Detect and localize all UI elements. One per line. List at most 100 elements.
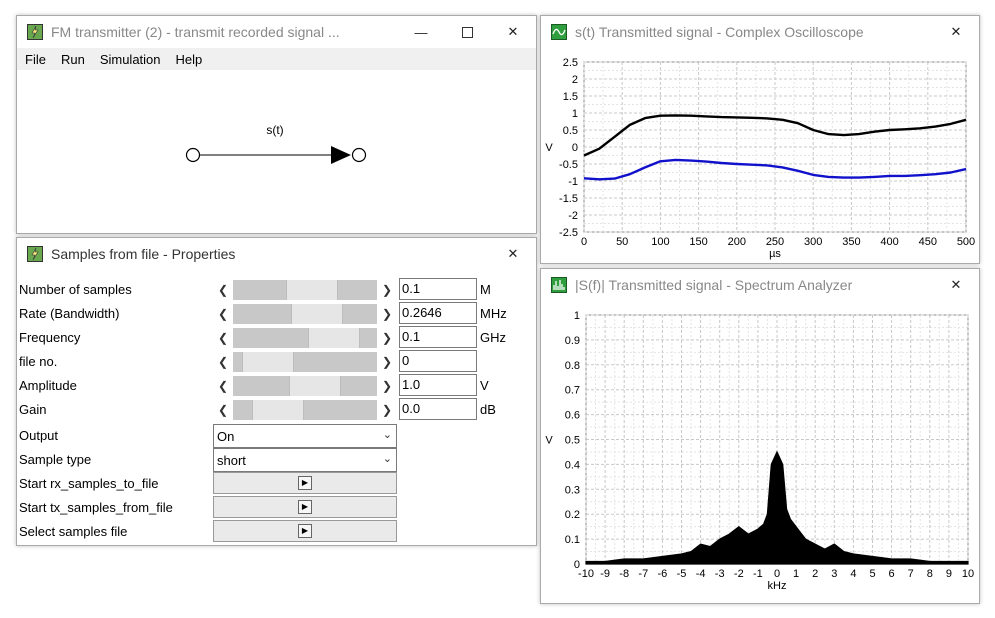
slider-thumb[interactable] bbox=[308, 328, 360, 348]
param-row: Frequency ❮ ❯ 0.1 GHz bbox=[17, 326, 537, 348]
y-tick-label: 2 bbox=[572, 74, 578, 86]
param-label: Frequency bbox=[19, 330, 81, 345]
chevron-left-icon[interactable]: ❮ bbox=[215, 328, 231, 348]
y-tick-label: -2.5 bbox=[559, 227, 578, 239]
close-icon[interactable]: ✕ bbox=[933, 269, 979, 301]
param-slider[interactable] bbox=[233, 352, 377, 372]
maximize-icon[interactable] bbox=[444, 16, 490, 48]
x-tick-label: 150 bbox=[689, 236, 707, 248]
x-tick-label: -10 bbox=[578, 568, 594, 580]
chevron-right-icon[interactable]: ❯ bbox=[379, 352, 395, 372]
slider-thumb[interactable] bbox=[242, 352, 294, 372]
x-tick-label: 200 bbox=[728, 236, 746, 248]
source-port[interactable] bbox=[185, 147, 201, 163]
action-row: Start rx_samples_to_file ▶ bbox=[17, 472, 537, 494]
output-select[interactable]: On ⌄ bbox=[213, 424, 397, 448]
start-tx-button[interactable]: ▶ bbox=[213, 496, 397, 518]
app-icon bbox=[27, 24, 43, 40]
slider-thumb[interactable] bbox=[252, 400, 304, 420]
sample-type-label: Sample type bbox=[19, 452, 92, 467]
param-unit: M bbox=[480, 282, 491, 297]
param-slider[interactable] bbox=[233, 280, 377, 300]
action-label: Start tx_samples_from_file bbox=[19, 500, 173, 515]
play-icon: ▶ bbox=[298, 500, 312, 514]
x-tick-label: -1 bbox=[753, 568, 763, 580]
y-axis-label: V bbox=[545, 142, 553, 154]
menu-help[interactable]: Help bbox=[176, 52, 203, 67]
sink-port[interactable] bbox=[351, 147, 367, 163]
x-tick-label: 6 bbox=[889, 568, 895, 580]
menu-run[interactable]: Run bbox=[61, 52, 85, 67]
sample-type-select[interactable]: short ⌄ bbox=[213, 448, 397, 472]
param-slider[interactable] bbox=[233, 376, 377, 396]
y-tick-label: 0.1 bbox=[565, 534, 580, 546]
param-value-input[interactable]: 0.1 bbox=[399, 278, 477, 300]
sample-type-row: Sample type short ⌄ bbox=[17, 448, 537, 472]
close-icon[interactable]: ✕ bbox=[933, 16, 979, 48]
param-slider[interactable] bbox=[233, 400, 377, 420]
chevron-right-icon[interactable]: ❯ bbox=[379, 280, 395, 300]
close-icon[interactable]: ✕ bbox=[490, 16, 536, 48]
minimize-icon[interactable]: — bbox=[398, 16, 444, 48]
title-bar[interactable]: Samples from file - Properties ✕ bbox=[17, 238, 536, 270]
window-title: s(t) Transmitted signal - Complex Oscill… bbox=[575, 24, 864, 40]
spectrum-plot[interactable]: -10 -9 -8 -7 -6 -5 -4 -3 -2 -1 0 1 2 3 4 5 6 7 8 9 1000.10.2… bbox=[541, 301, 977, 601]
param-value-input[interactable]: 0 bbox=[399, 350, 477, 372]
y-tick-label: 0.9 bbox=[565, 335, 580, 347]
output-label: Output bbox=[19, 428, 59, 443]
window-title: |S(f)| Transmitted signal - Spectrum Ana… bbox=[575, 277, 853, 293]
chevron-left-icon[interactable]: ❮ bbox=[215, 376, 231, 396]
menu-bar: File Run Simulation Help bbox=[17, 48, 536, 70]
param-value-input[interactable]: 0.0 bbox=[399, 398, 477, 420]
param-slider[interactable] bbox=[233, 304, 377, 324]
start-rx-button[interactable]: ▶ bbox=[213, 472, 397, 494]
title-bar[interactable]: |S(f)| Transmitted signal - Spectrum Ana… bbox=[541, 269, 979, 301]
x-axis-label: µs bbox=[769, 248, 781, 260]
chevron-right-icon[interactable]: ❯ bbox=[379, 304, 395, 324]
chevron-right-icon[interactable]: ❯ bbox=[379, 328, 395, 348]
chevron-right-icon[interactable]: ❯ bbox=[379, 400, 395, 420]
x-tick-label: -6 bbox=[658, 568, 668, 580]
parameter-list: Number of samples ❮ ❯ 0.1 M Rate (Bandwidth) ❮… bbox=[17, 278, 536, 438]
param-value-input[interactable]: 0.2646 bbox=[399, 302, 477, 324]
title-bar[interactable]: FM transmitter (2) - transmit recorded s… bbox=[17, 16, 536, 48]
close-icon[interactable]: ✕ bbox=[490, 238, 536, 270]
output-value: On bbox=[217, 429, 235, 444]
param-row: Number of samples ❮ ❯ 0.1 M bbox=[17, 278, 537, 300]
param-label: Amplitude bbox=[19, 378, 77, 393]
output-row: Output On ⌄ bbox=[17, 424, 537, 448]
chevron-left-icon[interactable]: ❮ bbox=[215, 304, 231, 324]
menu-simulation[interactable]: Simulation bbox=[100, 52, 161, 67]
y-tick-label: 1 bbox=[572, 108, 578, 120]
chevron-right-icon[interactable]: ❯ bbox=[379, 376, 395, 396]
x-tick-label: 8 bbox=[927, 568, 933, 580]
fm-transmitter-window: FM transmitter (2) - transmit recorded s… bbox=[16, 15, 537, 234]
chevron-left-icon[interactable]: ❮ bbox=[215, 400, 231, 420]
x-tick-label: 450 bbox=[919, 236, 937, 248]
app-icon bbox=[27, 246, 43, 262]
param-value-input[interactable]: 1.0 bbox=[399, 374, 477, 396]
y-tick-label: -1.5 bbox=[559, 193, 578, 205]
chevron-left-icon[interactable]: ❮ bbox=[215, 280, 231, 300]
slider-thumb[interactable] bbox=[289, 376, 341, 396]
slider-thumb[interactable] bbox=[291, 304, 343, 324]
play-icon: ▶ bbox=[298, 524, 312, 538]
block-diagram: s(t) bbox=[185, 123, 367, 164]
param-value-input[interactable]: 0.1 bbox=[399, 326, 477, 348]
title-bar[interactable]: s(t) Transmitted signal - Complex Oscill… bbox=[541, 16, 979, 48]
window-title: FM transmitter (2) - transmit recorded s… bbox=[51, 24, 340, 40]
slider-thumb[interactable] bbox=[286, 280, 338, 300]
x-tick-label: 1 bbox=[793, 568, 799, 580]
menu-file[interactable]: File bbox=[25, 52, 46, 67]
y-tick-label: 0.8 bbox=[565, 360, 580, 372]
param-slider[interactable] bbox=[233, 328, 377, 348]
oscilloscope-plot[interactable]: 0 50 100 150 200 250 300 350 400 450 500 -2.5 -2 -1.5… bbox=[541, 48, 977, 263]
x-tick-label: 300 bbox=[804, 236, 822, 248]
x-tick-label: -5 bbox=[677, 568, 687, 580]
y-tick-label: 0 bbox=[572, 142, 578, 154]
select-file-button[interactable]: ▶ bbox=[213, 520, 397, 542]
x-tick-label: 400 bbox=[880, 236, 898, 248]
x-tick-label: 350 bbox=[842, 236, 860, 248]
x-tick-label: 50 bbox=[616, 236, 628, 248]
chevron-left-icon[interactable]: ❮ bbox=[215, 352, 231, 372]
